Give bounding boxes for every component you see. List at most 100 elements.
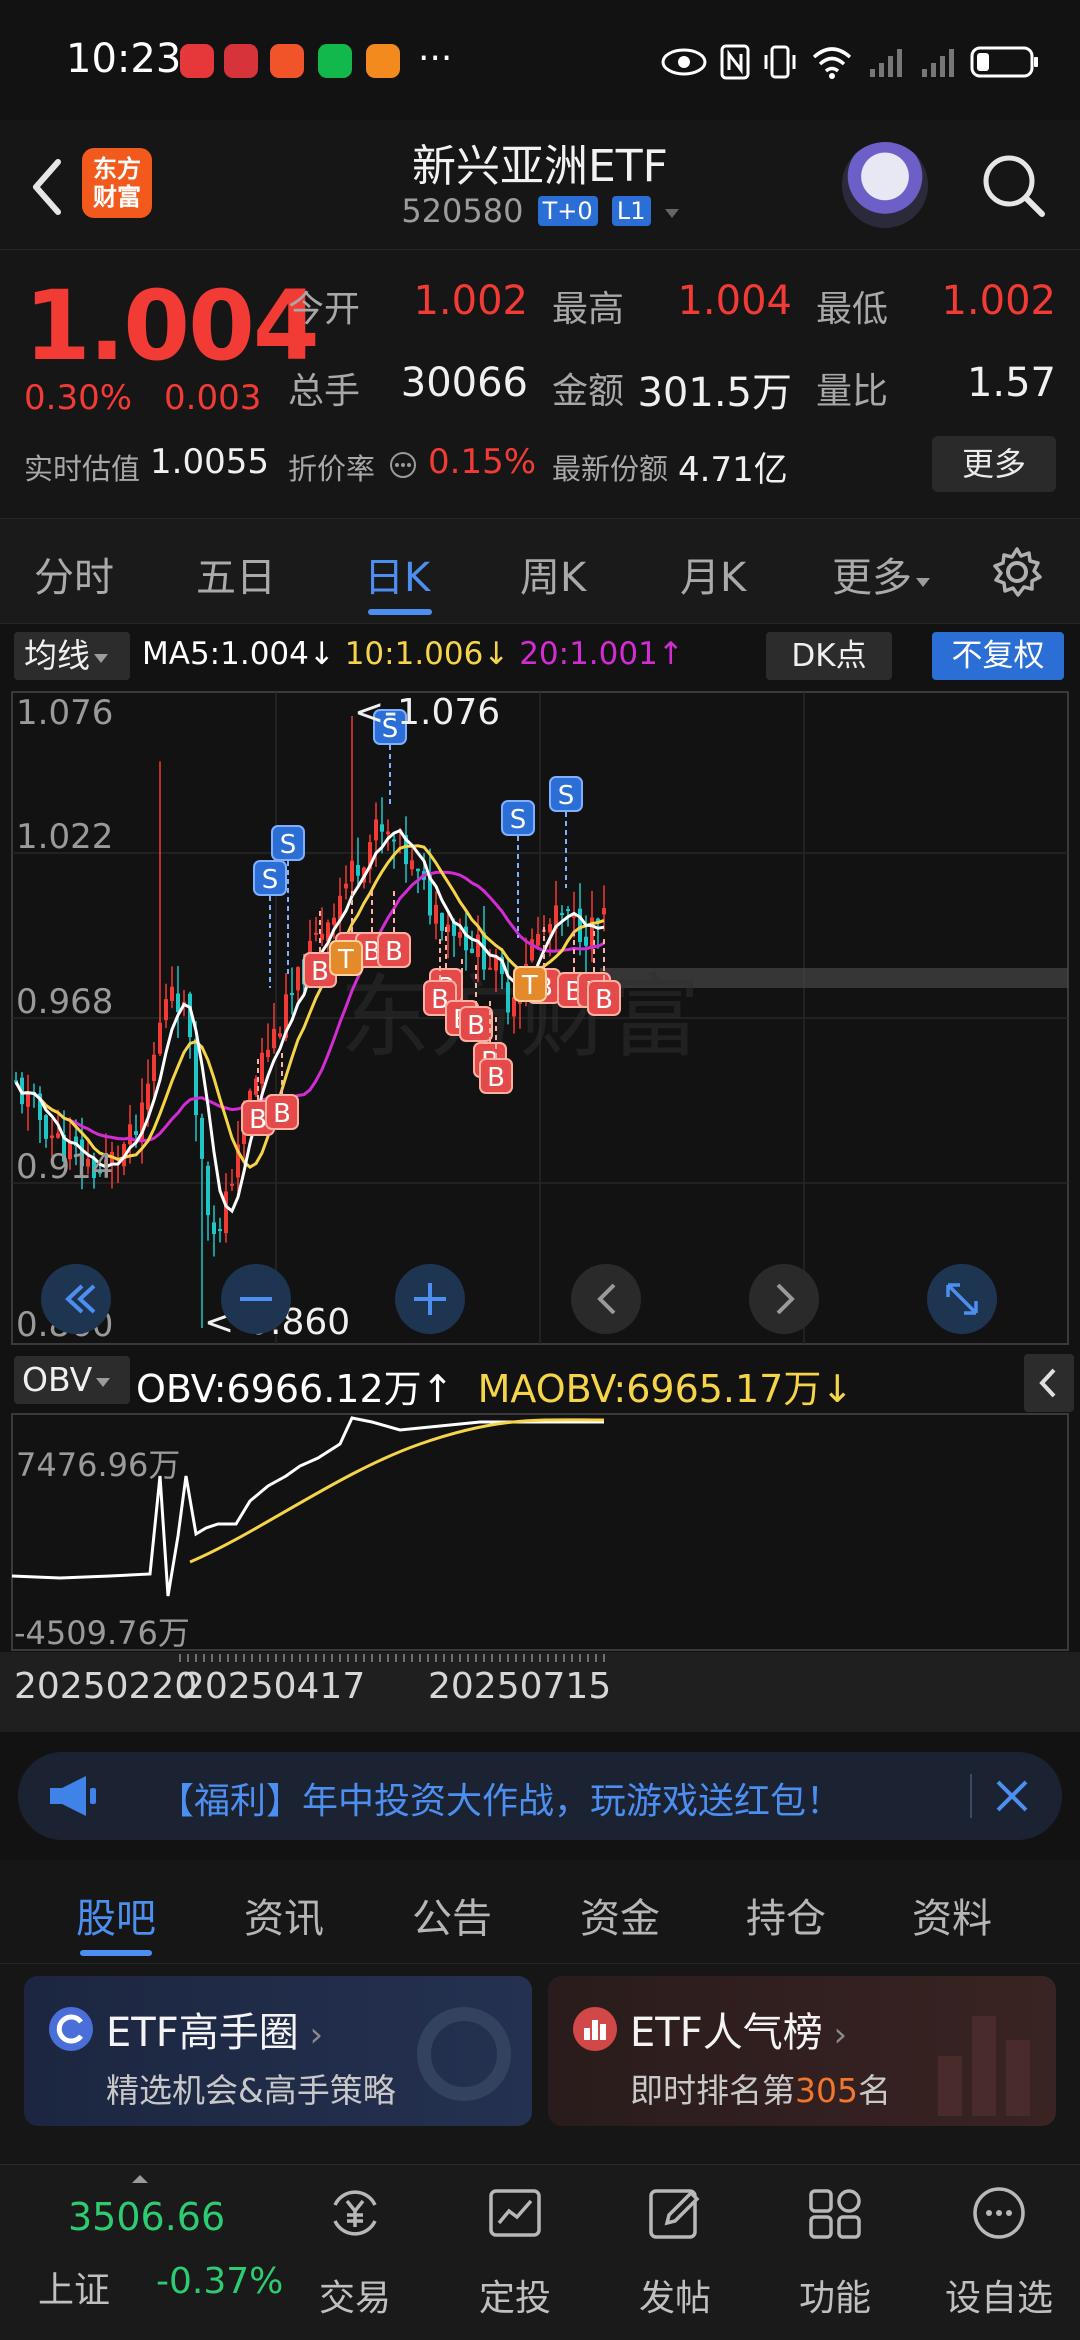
candle-body (578, 908, 582, 942)
nav-auto-invest[interactable]: 定投 (440, 2165, 590, 2340)
obv-y-top: 7476.96万 (16, 1446, 180, 1484)
zoom-out-button[interactable] (221, 1264, 291, 1334)
more-quote-button[interactable]: 更多 (932, 436, 1056, 492)
candle-body (380, 824, 384, 832)
tab-holdings[interactable]: 持仓 (746, 1886, 826, 1944)
gear-icon[interactable] (990, 545, 1044, 599)
candle-body (224, 1191, 228, 1234)
quote-panel: 1.004 0.30% 0.003 今开 1.002 最高 1.004 最低 1… (0, 250, 1080, 518)
fullscreen-button[interactable] (927, 1264, 997, 1334)
etf-popularity-card[interactable]: ETF人气榜 › 即时排名第305名 (548, 1976, 1056, 2126)
no-adjust-button[interactable]: 不复权 (932, 632, 1064, 680)
scroll-left-fast-button[interactable] (41, 1264, 111, 1334)
candle-body (314, 932, 318, 935)
stock-code: 520580 (401, 192, 524, 230)
info-icon[interactable] (388, 450, 418, 480)
tab-more-periods[interactable]: 更多 (832, 545, 930, 603)
tab-guba[interactable]: 股吧 (76, 1886, 156, 1944)
sub-indicator-value: OBV (22, 1360, 93, 1399)
next-button[interactable] (749, 1264, 819, 1334)
nav-add-watchlist[interactable]: 设自选 (924, 2165, 1074, 2340)
active-section-indicator (80, 1950, 152, 1956)
maobv-line (189, 1418, 605, 1564)
candle-body (44, 1115, 48, 1139)
tab-intraday[interactable]: 分时 (34, 545, 114, 603)
tab-profile[interactable]: 资料 (912, 1886, 992, 1944)
candle-body (278, 1033, 282, 1037)
circle-logo-icon (49, 2007, 93, 2051)
tab-funds[interactable]: 资金 (580, 1886, 660, 1944)
change-value: 0.003 (164, 378, 262, 418)
more-dots-icon (973, 2187, 1025, 2239)
close-icon[interactable] (990, 1774, 1034, 1818)
chevron-left-icon[interactable] (1024, 1354, 1074, 1412)
tab-daily-k[interactable]: 日K (364, 545, 430, 603)
tab-news[interactable]: 资讯 (244, 1886, 324, 1944)
last-price: 1.004 (24, 270, 320, 382)
candle-body (536, 933, 540, 946)
tab-more-label: 更多 (832, 555, 912, 601)
obv-chart[interactable]: 7476.96万 -4509.76万 (0, 1412, 1080, 1652)
volume-ratio-value: 1.57 (966, 360, 1056, 406)
candle-body (392, 839, 396, 842)
trade-marker-label: T (521, 971, 538, 1001)
open-value: 1.002 (413, 278, 528, 324)
candle-body (560, 913, 564, 916)
tab-weekly-k[interactable]: 周K (520, 545, 586, 603)
candle-body (26, 1092, 30, 1107)
volume-label: 总手 (288, 371, 361, 412)
trade-marker-label: S (558, 781, 575, 811)
bottom-navigation: 3506.66 上证 -0.37% 交易 定投 发帖 功能 设自选 (0, 2164, 1080, 2340)
card-right-title: ETF人气榜 › (630, 2010, 848, 2056)
y-tick-1: 1.076 (16, 693, 113, 733)
candle-body (476, 934, 480, 957)
ai-assistant-avatar[interactable] (842, 142, 928, 228)
card-right-subtitle: 即时排名第305名 (630, 2071, 891, 2110)
notification-app-icon (224, 44, 258, 78)
date-ticks (179, 1654, 605, 1662)
trade-marker-label: B (487, 1063, 505, 1093)
main-indicator-select[interactable]: 均线 (14, 632, 130, 680)
candle-body (206, 1165, 210, 1216)
trade-marker-label: B (249, 1105, 267, 1135)
tab-monthly-k[interactable]: 月K (680, 545, 746, 603)
nfc-icon (720, 44, 750, 80)
tab-announcements[interactable]: 公告 (412, 1886, 492, 1944)
candle-body (488, 967, 492, 970)
candle-body (290, 993, 294, 996)
status-icons (660, 38, 1040, 86)
nav-functions[interactable]: 功能 (760, 2165, 910, 2340)
candle-body (218, 1228, 222, 1232)
trade-marker-label: T (337, 945, 354, 975)
candle-body (410, 860, 414, 870)
wifi-icon (812, 47, 852, 79)
kline-chart[interactable]: 东方财富 SSSSSBBBBBBBBBBBBBBBBTT 1.076 1.022… (0, 688, 1080, 1348)
feature-cards: ETF高手圈 › 精选机会&高手策略 ETF人气榜 › 即时排名第305名 (0, 1964, 1080, 2164)
maobv-value: MAOBV:6965.17万↓ (477, 1367, 854, 1411)
promo-banner[interactable]: 【福利】年中投资大作战，玩游戏送红包！ (18, 1752, 1062, 1840)
candle-body (260, 1052, 264, 1084)
amount-label: 金额 (552, 371, 625, 412)
zoom-in-button[interactable] (395, 1264, 465, 1334)
obv-y-bottom: -4509.76万 (14, 1614, 190, 1652)
candle-body (50, 1135, 54, 1139)
prev-button[interactable] (571, 1264, 641, 1334)
candle-body (548, 924, 552, 933)
sub-indicator-select[interactable]: OBV (14, 1356, 130, 1404)
candle-body (350, 860, 354, 882)
candle-body (584, 936, 588, 946)
notification-app-icon (366, 44, 400, 78)
etf-expert-circle-card[interactable]: ETF高手圈 › 精选机会&高手策略 (24, 1976, 532, 2126)
nav-post[interactable]: 发帖 (600, 2165, 750, 2340)
market-index-widget[interactable]: 3506.66 上证 -0.37% (0, 2165, 290, 2340)
date-label-1: 20250220 (14, 1666, 197, 1707)
candle-body (146, 1083, 150, 1110)
chevron-down-icon (916, 578, 930, 587)
nav-auto-invest-label: 定投 (478, 2278, 551, 2319)
status-time: 10:23 (66, 36, 182, 82)
nav-trade[interactable]: 交易 (280, 2165, 430, 2340)
candle-body (266, 1049, 270, 1058)
tab-five-day[interactable]: 五日 (196, 545, 276, 603)
dk-point-button[interactable]: DK点 (766, 632, 892, 680)
search-icon[interactable] (978, 150, 1048, 220)
